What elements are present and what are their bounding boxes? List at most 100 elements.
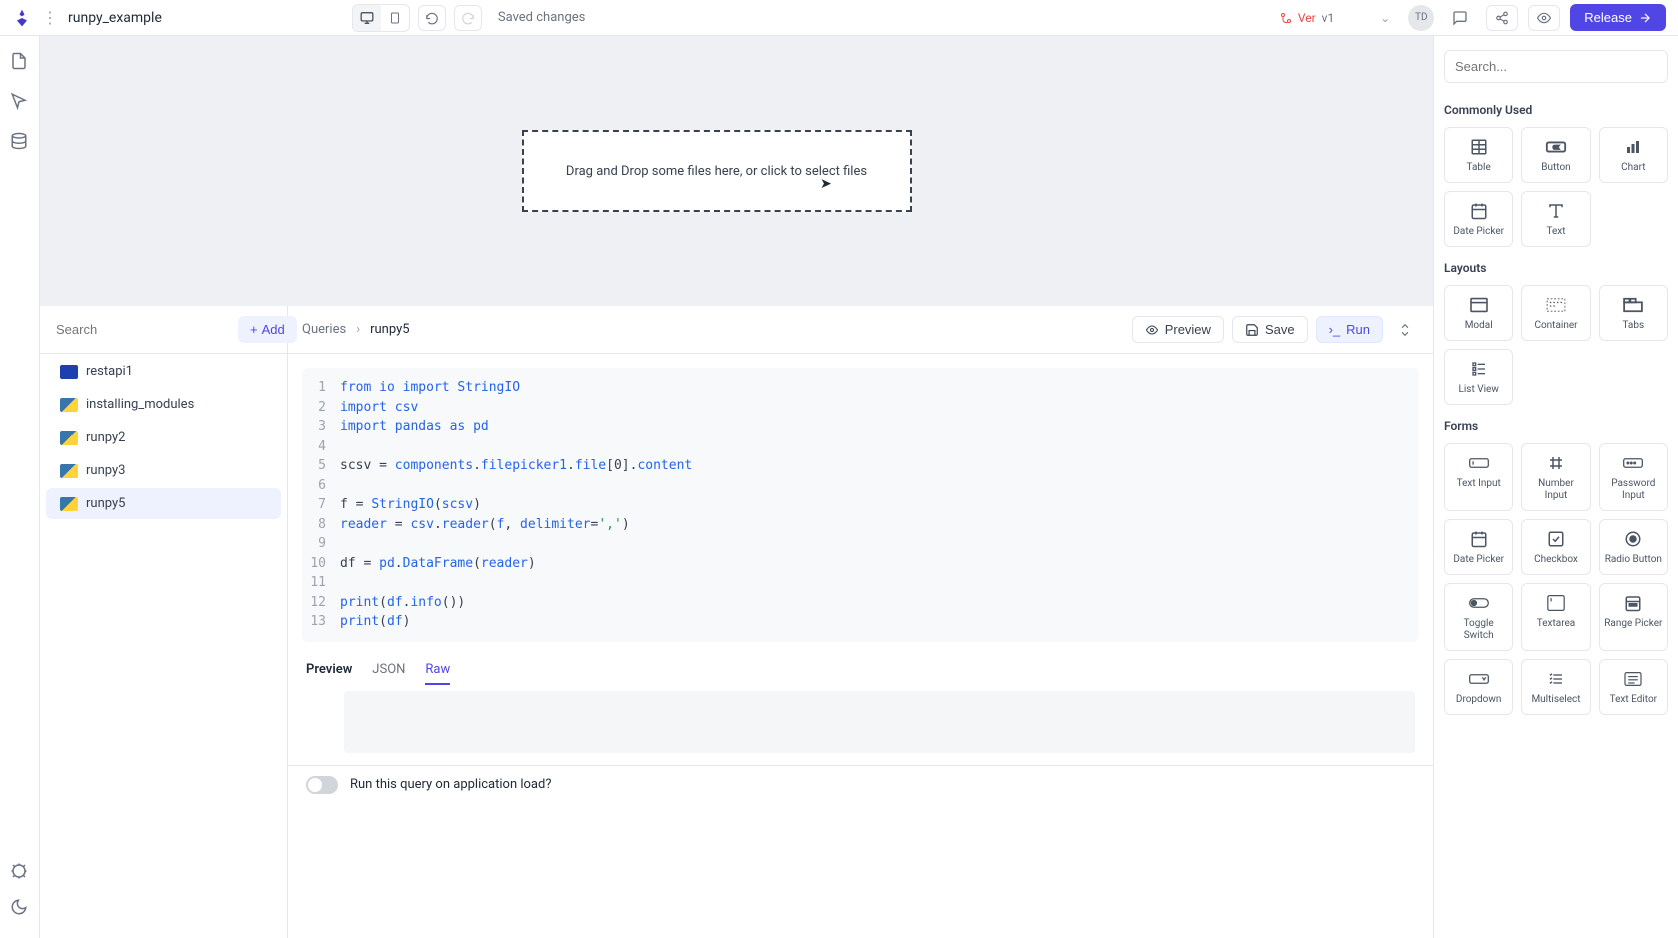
component-card-date-picker[interactable]: Date Picker <box>1444 519 1513 575</box>
inspect-icon[interactable] <box>10 92 30 112</box>
component-card-password-input[interactable]: Password Input <box>1599 443 1668 511</box>
pages-icon[interactable] <box>10 52 30 72</box>
share-button[interactable] <box>1486 5 1518 31</box>
component-card-container[interactable]: Container <box>1521 285 1590 341</box>
component-label: Table <box>1467 162 1491 174</box>
component-label: Date Picker <box>1453 554 1504 566</box>
query-item-label: runpy2 <box>86 430 125 445</box>
output-tab-preview[interactable]: Preview <box>306 656 352 685</box>
avatar[interactable]: TD <box>1408 5 1434 31</box>
preview-mode-button[interactable] <box>1528 5 1560 31</box>
version-selector[interactable]: Ver v1 ⌄ <box>1272 7 1398 29</box>
save-status: Saved changes <box>498 10 585 25</box>
section-title: Commonly Used <box>1444 103 1668 117</box>
modal-icon <box>1468 296 1490 314</box>
component-grid: Text InputNumber InputPassword Input Date… <box>1444 443 1668 715</box>
component-card-radio-button[interactable]: Radio Button <box>1599 519 1668 575</box>
query-item-runpy2[interactable]: runpy2 <box>46 422 281 453</box>
component-card-chart[interactable]: Chart <box>1599 127 1668 183</box>
eye-icon <box>1145 324 1159 336</box>
undo-button[interactable] <box>418 5 446 31</box>
preview-button[interactable]: Preview <box>1132 316 1224 343</box>
line-content: df = pd.DataFrame(reader) <box>340 554 1419 574</box>
component-card-textarea[interactable]: Textarea <box>1521 583 1590 651</box>
queries-panel: + Add restapi1installing_modulesrunpy2ru… <box>40 306 1433 938</box>
breadcrumb-current: runpy5 <box>370 322 409 337</box>
range-icon <box>1622 594 1644 612</box>
app-name: runpy_example <box>68 10 162 26</box>
comments-button[interactable] <box>1444 5 1476 31</box>
components-search-input[interactable] <box>1444 50 1668 83</box>
code-editor[interactable]: 1from io import StringIO2import csv3impo… <box>302 368 1419 642</box>
save-button[interactable]: Save <box>1232 316 1308 343</box>
output-tab-json[interactable]: JSON <box>372 656 405 685</box>
component-card-toggle-switch[interactable]: Toggle Switch <box>1444 583 1513 651</box>
line-number: 4 <box>302 437 340 457</box>
query-list: restapi1installing_modules runpy2 runpy3 ru… <box>40 354 287 521</box>
left-rail <box>0 36 40 938</box>
component-label: Range Picker <box>1604 618 1662 630</box>
expand-button[interactable] <box>1391 316 1419 343</box>
editor-header: Queries › runpy5 Preview Save ›_Run <box>288 306 1433 354</box>
line-content: print(df.info()) <box>340 593 1419 613</box>
chevron-down-icon: ⌄ <box>1380 11 1390 25</box>
theme-icon[interactable] <box>10 898 30 918</box>
section-title: Layouts <box>1444 261 1668 275</box>
line-number: 1 <box>302 378 340 398</box>
component-card-text-editor[interactable]: Text Editor <box>1599 659 1668 715</box>
line-number: 6 <box>302 476 340 496</box>
mobile-view-button[interactable] <box>381 5 409 31</box>
code-line: 11 <box>302 573 1419 593</box>
line-content: import csv <box>340 398 1419 418</box>
code-line: 3import pandas as pd <box>302 417 1419 437</box>
query-item-installing_modules[interactable]: installing_modules <box>46 389 281 420</box>
query-item-label: runpy5 <box>86 496 125 511</box>
tabs-icon <box>1622 296 1644 314</box>
center-area: Drag and Drop some files here, or click … <box>40 36 1433 938</box>
breadcrumb-root[interactable]: Queries <box>302 322 346 337</box>
version-label: Ver <box>1298 11 1316 25</box>
component-card-range-picker[interactable]: Range Picker <box>1599 583 1668 651</box>
component-card-multiselect[interactable]: Multiselect <box>1521 659 1590 715</box>
component-label: Toggle Switch <box>1449 618 1508 642</box>
release-button[interactable]: Release <box>1570 4 1666 31</box>
file-dropzone[interactable]: Drag and Drop some files here, or click … <box>522 130 912 212</box>
component-card-number-input[interactable]: Number Input <box>1521 443 1590 511</box>
line-content <box>340 437 1419 457</box>
code-line: 1from io import StringIO <box>302 378 1419 398</box>
component-card-modal[interactable]: Modal <box>1444 285 1513 341</box>
component-card-button[interactable]: OKButton <box>1521 127 1590 183</box>
component-card-list-view[interactable]: List View <box>1444 349 1513 405</box>
output-tab-raw[interactable]: Raw <box>425 656 450 685</box>
debug-icon[interactable] <box>10 862 30 882</box>
rail-bottom <box>10 862 30 918</box>
multiselect-icon <box>1545 670 1567 688</box>
component-card-dropdown[interactable]: Dropdown <box>1444 659 1513 715</box>
line-number: 5 <box>302 456 340 476</box>
section-title: Forms <box>1444 419 1668 433</box>
code-line: 4 <box>302 437 1419 457</box>
query-item-runpy5[interactable]: runpy5 <box>46 488 281 519</box>
run-on-load-toggle[interactable] <box>306 776 338 794</box>
logo-icon[interactable] <box>12 8 32 28</box>
component-card-tabs[interactable]: Tabs <box>1599 285 1668 341</box>
run-button[interactable]: ›_Run <box>1316 316 1383 343</box>
component-label: Tabs <box>1623 320 1645 332</box>
queries-search-input[interactable] <box>56 322 232 337</box>
component-card-date-picker[interactable]: Date Picker <box>1444 191 1513 247</box>
save-icon <box>1245 323 1259 337</box>
redo-button[interactable] <box>454 5 482 31</box>
component-card-table[interactable]: Table <box>1444 127 1513 183</box>
component-card-text-input[interactable]: Text Input <box>1444 443 1513 511</box>
line-number: 8 <box>302 515 340 535</box>
component-card-checkbox[interactable]: Checkbox <box>1521 519 1590 575</box>
database-icon[interactable] <box>10 132 30 152</box>
line-content <box>340 534 1419 554</box>
desktop-view-button[interactable] <box>353 5 381 31</box>
canvas-area[interactable]: Drag and Drop some files here, or click … <box>40 36 1433 306</box>
more-menu-icon[interactable]: ⋮ <box>42 8 58 27</box>
query-item-runpy3[interactable]: runpy3 <box>46 455 281 486</box>
query-item-restapi1[interactable]: restapi1 <box>46 356 281 387</box>
component-card-text[interactable]: Text <box>1521 191 1590 247</box>
python-icon <box>60 497 78 511</box>
